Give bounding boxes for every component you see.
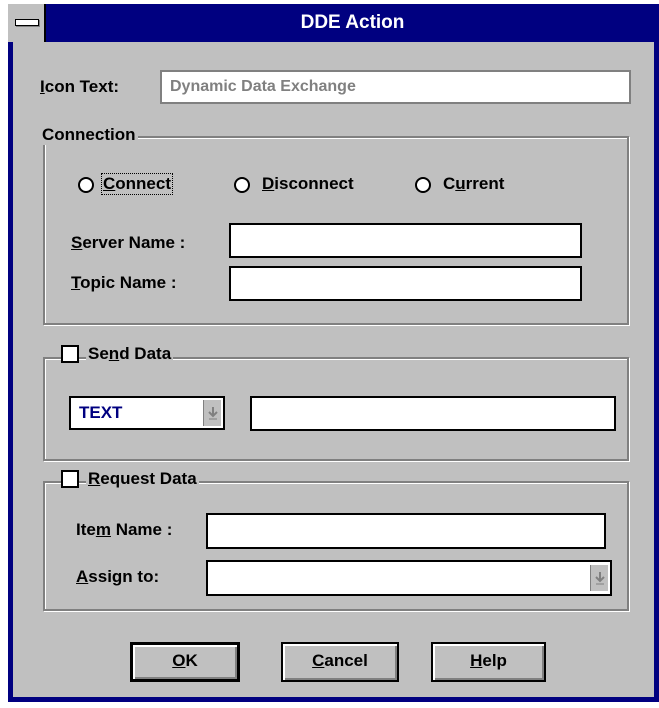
data-format-combo[interactable]: TEXT [69, 396, 225, 430]
assign-to-label: Assign to: [76, 567, 160, 586]
send-data-checkbox[interactable] [61, 345, 79, 363]
topic-name-label: Topic Name : [71, 273, 177, 292]
server-name-field[interactable] [229, 223, 582, 258]
chevron-down-icon [595, 572, 605, 585]
request-data-checkbox[interactable] [61, 470, 79, 488]
disconnect-radio-label[interactable]: Disconnect [262, 174, 354, 194]
title-bar: DDE Action [8, 4, 659, 42]
system-menu-icon [15, 19, 39, 26]
item-name-field[interactable] [206, 513, 606, 549]
cancel-button[interactable]: Cancel [281, 642, 399, 682]
item-name-label: Item Name : [76, 520, 173, 539]
send-data-field[interactable] [250, 396, 616, 431]
data-format-value: TEXT [79, 403, 123, 422]
assign-to-dropdown-button[interactable] [590, 565, 608, 591]
connect-radio-label[interactable]: Connect [100, 173, 174, 195]
connect-radio[interactable] [78, 177, 94, 193]
assign-to-combo[interactable] [206, 560, 612, 596]
topic-name-field[interactable] [229, 266, 582, 301]
icon-text-field[interactable]: Dynamic Data Exchange [160, 70, 631, 104]
data-format-dropdown-button[interactable] [203, 400, 221, 426]
window-title: DDE Action [300, 12, 405, 33]
server-name-label: Server Name : [71, 233, 186, 252]
icon-text-label: Icon Text: [40, 77, 120, 96]
request-data-label[interactable]: Request Data [86, 469, 199, 489]
current-radio[interactable] [415, 177, 431, 193]
system-menu-button[interactable] [8, 4, 46, 42]
help-button[interactable]: Help [431, 642, 546, 682]
connection-group-title: Connection [40, 125, 138, 145]
icon-text-value: Dynamic Data Exchange [170, 78, 356, 95]
current-radio-label[interactable]: Current [443, 174, 504, 194]
send-data-label[interactable]: Send Data [86, 344, 174, 364]
disconnect-radio[interactable] [234, 177, 250, 193]
chevron-down-icon [208, 407, 218, 420]
ok-button[interactable]: OK [130, 642, 240, 682]
